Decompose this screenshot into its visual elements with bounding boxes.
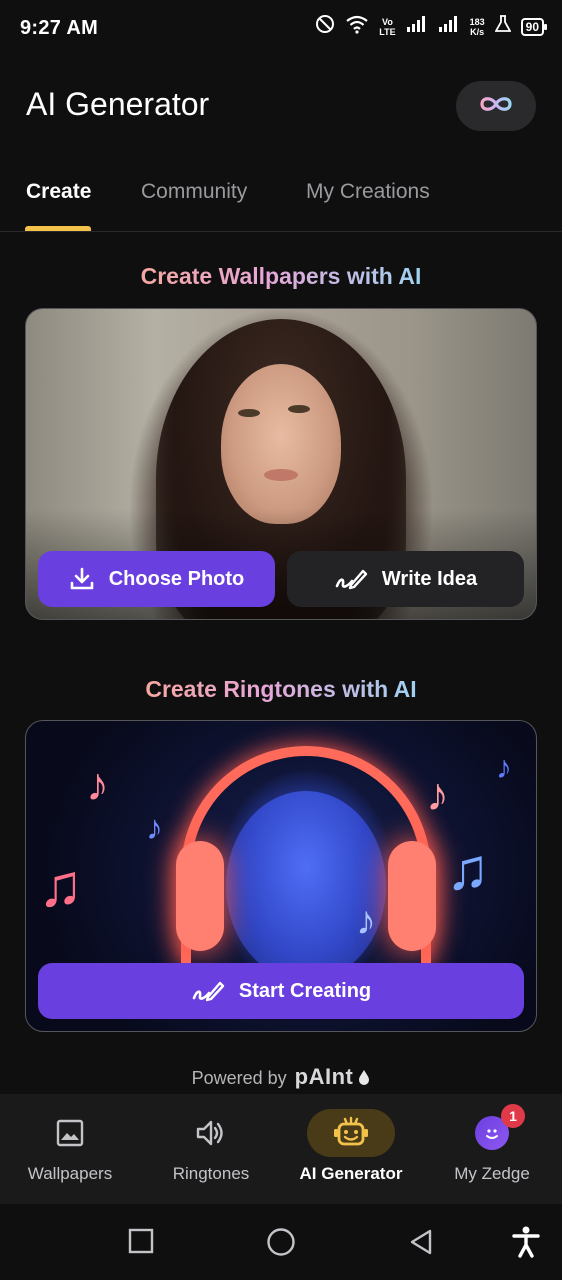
- image-icon: [55, 1108, 85, 1158]
- portrait-lips: [264, 469, 298, 481]
- music-note-icon: ♪: [496, 749, 512, 785]
- system-navigation-bar: [0, 1204, 562, 1280]
- wallpapers-section-title: Create Wallpapers with AI: [0, 263, 562, 290]
- nav-wallpapers[interactable]: Wallpapers: [0, 1094, 140, 1204]
- back-button[interactable]: [408, 1228, 434, 1261]
- pen-squiggle-icon: [191, 978, 225, 1004]
- infinity-button[interactable]: [456, 81, 536, 131]
- do-not-disturb-icon: [315, 14, 335, 39]
- choose-photo-label: Choose Photo: [108, 567, 245, 590]
- lte-text: LTE: [379, 26, 396, 37]
- recent-apps-button[interactable]: [128, 1228, 154, 1259]
- network-speed: 183 K/s: [470, 17, 485, 37]
- status-time: 9:27 AM: [20, 16, 99, 39]
- portrait-eye-left: [238, 409, 260, 417]
- signal-icon-1: [406, 15, 428, 38]
- ringtones-section-title: Create Ringtones with AI: [0, 676, 562, 703]
- page-title: AI Generator: [26, 86, 210, 122]
- status-bar: 9:27 AM Vo LTE 183 K/s 90: [0, 0, 562, 56]
- upload-icon: [69, 566, 95, 592]
- volte-indicator: Vo LTE: [379, 17, 395, 37]
- portrait-eye-right: [288, 405, 310, 413]
- nav-ringtones[interactable]: Ringtones: [141, 1094, 281, 1204]
- portrait-face: [221, 364, 341, 524]
- home-button[interactable]: [266, 1227, 296, 1262]
- signal-icon-2: [438, 15, 460, 38]
- write-idea-button[interactable]: Write Idea: [287, 551, 524, 607]
- wifi-icon: [345, 14, 369, 39]
- nav-my-zedge[interactable]: 1 My Zedge: [422, 1094, 562, 1204]
- flask-icon: [494, 15, 512, 38]
- choose-photo-button[interactable]: Choose Photo: [38, 551, 275, 607]
- music-note-icon: ♫: [446, 837, 490, 902]
- powered-by: Powered by pAInt: [0, 1064, 562, 1090]
- headphone-right-cup: [388, 841, 436, 951]
- tab-active-indicator: [25, 226, 91, 231]
- avatar-icon-wrap: 1: [475, 1104, 525, 1158]
- pen-squiggle-icon: [334, 566, 368, 592]
- music-note-icon: ♪: [146, 809, 163, 847]
- app-header: AI Generator: [0, 56, 562, 156]
- bottom-navigation: Wallpapers Ringtones AI Generator 1 My Z…: [0, 1094, 562, 1204]
- write-idea-label: Write Idea: [381, 567, 478, 590]
- nav-ai-generator[interactable]: AI Generator: [281, 1094, 421, 1204]
- headphone-left-cup: [176, 841, 224, 951]
- tab-bar: Create Community My Creations: [0, 164, 562, 232]
- tab-community[interactable]: Community: [141, 180, 247, 204]
- music-note-icon: ♪: [86, 758, 109, 810]
- status-icons: Vo LTE 183 K/s 90: [315, 14, 548, 39]
- tab-my-creations[interactable]: My Creations: [306, 180, 430, 204]
- start-creating-label: Start Creating: [238, 979, 372, 1002]
- music-note-icon: ♪: [356, 899, 376, 943]
- network-speed-unit: K/s: [470, 26, 485, 37]
- network-speed-value: 183: [469, 16, 485, 27]
- accessibility-icon[interactable]: [512, 1226, 540, 1263]
- nav-label-ringtones: Ringtones: [172, 1164, 250, 1183]
- powered-by-text: Powered by: [191, 1068, 287, 1088]
- tab-create[interactable]: Create: [26, 180, 91, 204]
- speaker-icon: [195, 1108, 227, 1158]
- wallpaper-card: Choose Photo Write Idea: [25, 308, 537, 620]
- active-nav-pill: [307, 1108, 395, 1158]
- music-note-icon: ♪: [426, 768, 449, 820]
- nav-label-ai-generator: AI Generator: [299, 1164, 403, 1183]
- drop-icon: [358, 1068, 370, 1088]
- nav-label-my-zedge: My Zedge: [454, 1164, 530, 1183]
- wallpapers-section-title-text: Create Wallpapers with AI: [140, 263, 422, 289]
- volte-text: Vo: [382, 16, 393, 27]
- paint-brand-logo: pAInt: [294, 1064, 354, 1089]
- notification-badge: 1: [501, 1104, 525, 1128]
- ringtone-card: ♪ ♫ ♪ ♪ ♫ ♪ ♪ Start Creating: [25, 720, 537, 1032]
- music-note-icon: ♫: [38, 852, 83, 919]
- battery-indicator: 90: [520, 17, 548, 36]
- nav-label-wallpapers: Wallpapers: [27, 1164, 113, 1183]
- robot-icon: [307, 1109, 395, 1157]
- ringtones-section-title-text: Create Ringtones with AI: [145, 676, 417, 702]
- start-creating-button[interactable]: Start Creating: [38, 963, 524, 1019]
- avatar-icon: 1: [475, 1104, 525, 1150]
- infinity-icon: [476, 93, 516, 120]
